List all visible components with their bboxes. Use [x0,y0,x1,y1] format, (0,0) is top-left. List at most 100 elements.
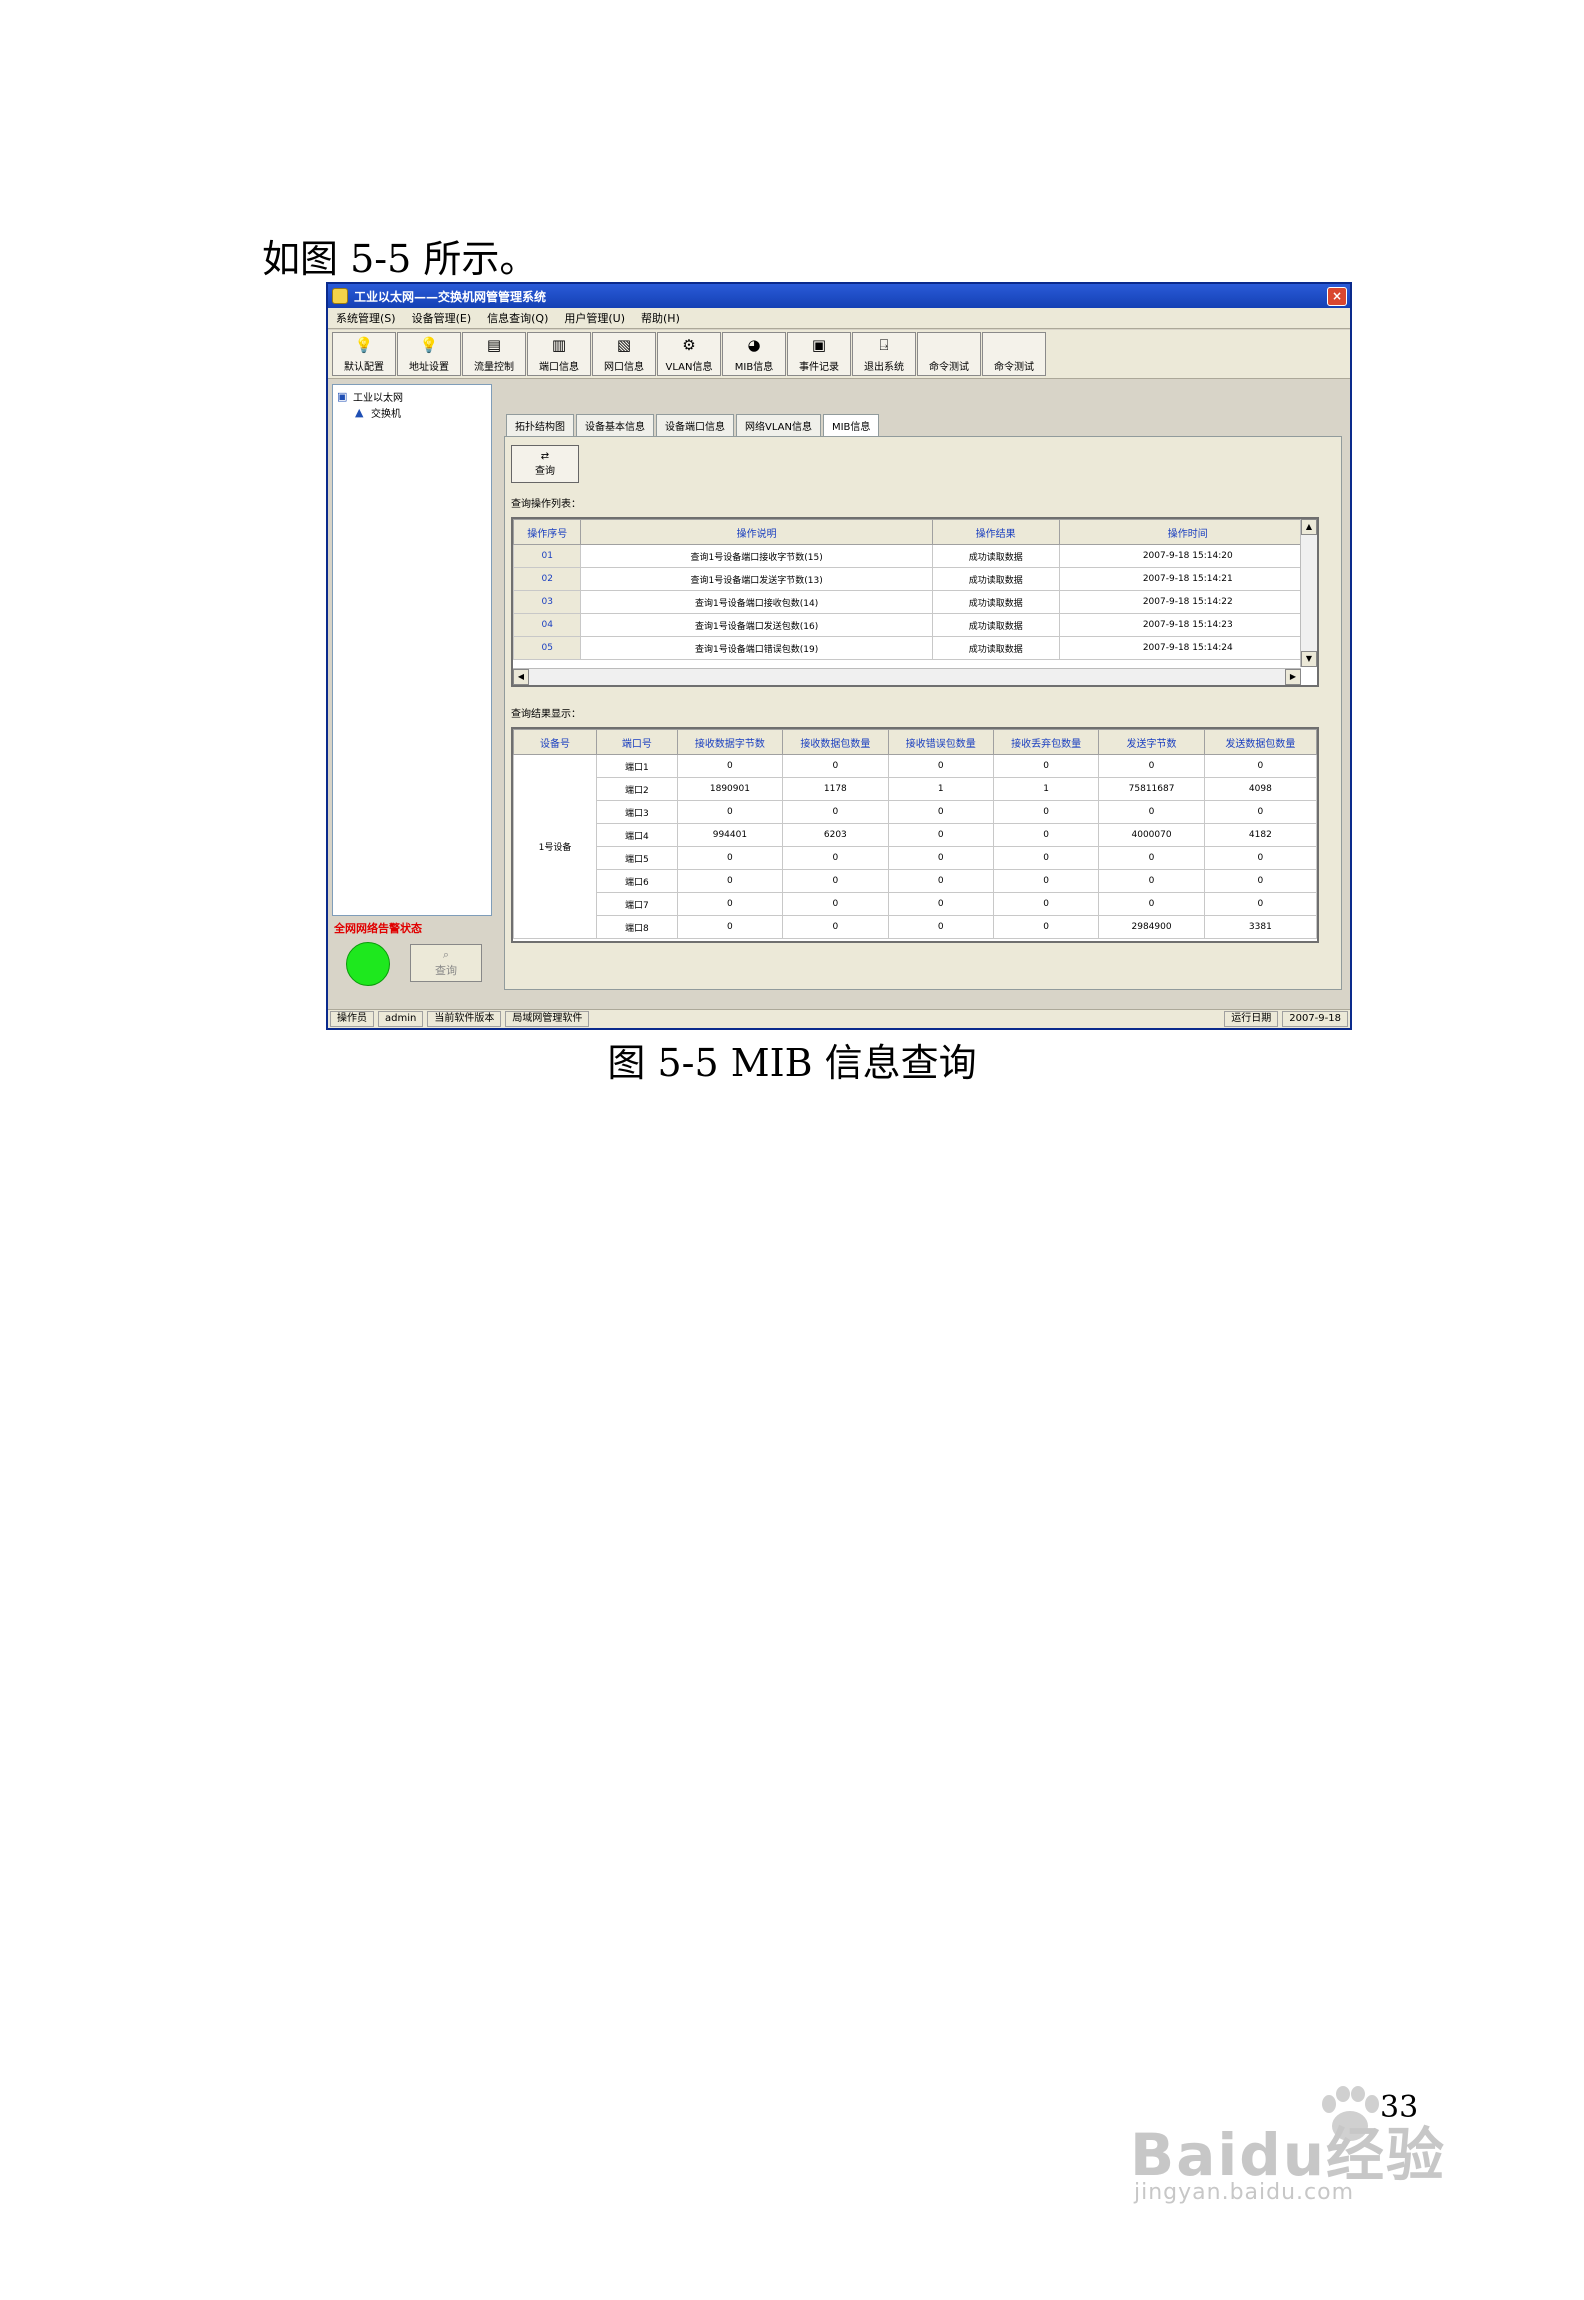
table-cell: 2007-9-18 15:14:20 [1058,544,1317,568]
table-row[interactable]: 端口4 994401 6203 0 0 4000070 4182 [514,823,1317,847]
table-row[interactable]: 05 查询1号设备端口错误包数(19) 成功读取数据 2007-9-18 15:14:… [513,636,1317,660]
result-column-header[interactable]: 发送字节数 [1098,729,1205,755]
toolbar-button-label: 流量控制 [474,362,514,373]
table-cell: 0 [887,869,994,893]
result-column-header[interactable]: 接收数据字节数 [676,729,784,755]
table-cell: 端口5 [595,846,678,870]
table-cell: 0 [782,869,889,893]
table-cell: 1 [887,777,994,801]
menu-item-2[interactable]: 设备管理(E) [404,310,480,326]
app-window: 工业以太网——交换机网管管理系统 × 系统管理(S) 设备管理(E) 信息查询(Q)… [326,282,1352,1030]
query-icon: ⇄ [540,451,550,462]
history-column-header[interactable]: 操作时间 [1058,519,1317,545]
table-cell: 01 [513,544,582,568]
table-row[interactable]: 03 查询1号设备端口接收包数(14) 成功读取数据 2007-9-18 15:14:… [513,590,1317,614]
table-row[interactable]: 端口5 0 0 0 0 0 0 [514,846,1317,870]
scroll-right-icon[interactable]: ▶ [1285,669,1301,685]
scroll-left-icon[interactable]: ◀ [513,669,529,685]
document-icon: ▧ [616,336,632,354]
toolbar-button-label: VLAN信息 [665,362,713,373]
history-vscroll[interactable]: ▲ ▼ [1300,519,1317,667]
table-row[interactable]: 02 查询1号设备端口发送字节数(13) 成功读取数据 2007-9-18 15:14… [513,567,1317,591]
menu-item-3[interactable]: 信息查询(Q) [479,310,556,326]
table-cell: 0 [676,869,784,893]
table-cell: 0 [1098,800,1205,824]
table-cell: 0 [782,915,889,939]
toolbar-button-9[interactable]: ⍈ 退出系统 [852,332,916,376]
history-grid[interactable]: 操作序号 操作说明 操作结果 操作时间 01 查询1号设备端口接收字节数(15) 成功读取… [511,517,1319,687]
table-row[interactable]: 04 查询1号设备端口发送包数(16) 成功读取数据 2007-9-18 15:14:… [513,613,1317,637]
table-cell: 0 [992,892,1100,916]
toolbar-button-label: 命令测试 [929,362,969,373]
scroll-down-icon[interactable]: ▼ [1301,651,1317,667]
table-cell: 1178 [782,777,889,801]
tree-child-node[interactable]: ▲ 交换机 [355,405,401,420]
toolbar-button-11[interactable]: 命令测试 [982,332,1046,376]
tab-3[interactable]: 设备端口信息 [656,414,734,436]
table-cell: 0 [1098,754,1205,778]
history-column-header[interactable]: 操作结果 [931,519,1060,545]
result-column-header[interactable]: 设备号 [513,729,597,755]
menu-item-1[interactable]: 系统管理(S) [328,310,404,326]
tree-root-label: 工业以太网 [353,393,403,404]
menu-item-5[interactable]: 帮助(H) [633,310,688,326]
result-grid[interactable]: 设备号 端口号 接收数据字节数 接收数据包数量 接收错误包数量 接收丢弃包数量 发送字节数发… [511,727,1319,943]
result-column-header[interactable]: 发送数据包数量 [1203,729,1317,755]
table-row[interactable]: 端口8 0 0 0 0 2984900 3381 [514,915,1317,939]
table-row[interactable]: 端口3 0 0 0 0 0 0 [514,800,1317,824]
table-cell: 05 [513,636,582,660]
table-cell: 0 [887,823,994,847]
table-cell: 0 [676,892,784,916]
table-row[interactable]: 1号设备 端口1 0 0 0 0 0 0 [513,754,1317,939]
table-cell: 成功读取数据 [931,567,1060,591]
tab-2[interactable]: 设备基本信息 [576,414,654,436]
toolbar-button-label: 端口信息 [539,362,579,373]
tab-1[interactable]: 拓扑结构图 [506,414,574,436]
tab-4[interactable]: 网络VLAN信息 [736,414,821,436]
history-column-header[interactable]: 操作说明 [580,519,933,545]
device-tree[interactable]: ▣ 工业以太网 ▲ 交换机 [332,384,492,916]
history-hscroll[interactable]: ◀ ▶ [513,668,1301,685]
scroll-up-icon[interactable]: ▲ [1301,519,1317,535]
network-status-panel: 全网网络告警状态 ⌕ 查询 [332,920,490,990]
table-cell: 0 [1203,869,1317,893]
table-cell: 0 [1098,869,1205,893]
query-button[interactable]: ⇄ 查询 [511,445,579,483]
table-cell: 0 [887,800,994,824]
table-cell: 端口7 [595,892,678,916]
status-query-button[interactable]: ⌕ 查询 [410,944,482,982]
toolbar-button-3[interactable]: ▤ 流量控制 [462,332,526,376]
toolbar-button-5[interactable]: ▧ 网口信息 [592,332,656,376]
toolbar-button-8[interactable]: ▣ 事件记录 [787,332,851,376]
toolbar-button-2[interactable]: 💡 地址设置 [397,332,461,376]
table-cell: 4182 [1203,823,1317,847]
table-cell: 0 [887,754,994,778]
table-cell: 成功读取数据 [931,544,1060,568]
tab-5[interactable]: MIB信息 [822,414,880,436]
mib-tab-content: ⇄ 查询 查询操作列表： 操作序号 操作说明 操作结果 操作时间 01 查询1号设备端口… [504,436,1342,990]
tab-strip: 拓扑结构图 设备基本信息 设备端口信息 网络VLAN信息 MIB信息 [506,414,881,436]
tree-root-node[interactable]: ▣ 工业以太网 [337,389,403,404]
table-row[interactable]: 端口2 1890901 1178 1 1 75811687 4098 [514,777,1317,801]
result-column-header[interactable]: 接收数据包数量 [782,729,889,755]
toolbar-button-6[interactable]: ⚙ VLAN信息 [657,332,721,376]
result-column-header[interactable]: 端口号 [595,729,678,755]
table-cell: 6203 [782,823,889,847]
toolbar-button-7[interactable]: ◕ MIB信息 [722,332,786,376]
table-row[interactable]: 端口7 0 0 0 0 0 0 [514,892,1317,916]
table-cell: 0 [676,754,784,778]
monitor-icon: ▤ [486,336,502,354]
camera-icon: ▣ [811,336,827,354]
toolbar-button-10[interactable]: 命令测试 [917,332,981,376]
table-row[interactable]: 01 查询1号设备端口接收字节数(15) 成功读取数据 2007-9-18 15:14… [513,544,1317,568]
table-row[interactable]: 端口6 0 0 0 0 0 0 [514,869,1317,893]
close-button[interactable]: × [1327,287,1347,306]
watermark-url: jingyan.baidu.com [1134,2180,1355,2205]
result-column-header[interactable]: 接收丢弃包数量 [992,729,1100,755]
table-cell: 端口3 [595,800,678,824]
toolbar-button-4[interactable]: ▥ 端口信息 [527,332,591,376]
result-column-header[interactable]: 接收错误包数量 [887,729,994,755]
toolbar-button-1[interactable]: 💡 默认配置 [332,332,396,376]
history-column-header[interactable]: 操作序号 [513,519,582,545]
menu-item-4[interactable]: 用户管理(U) [556,310,633,326]
